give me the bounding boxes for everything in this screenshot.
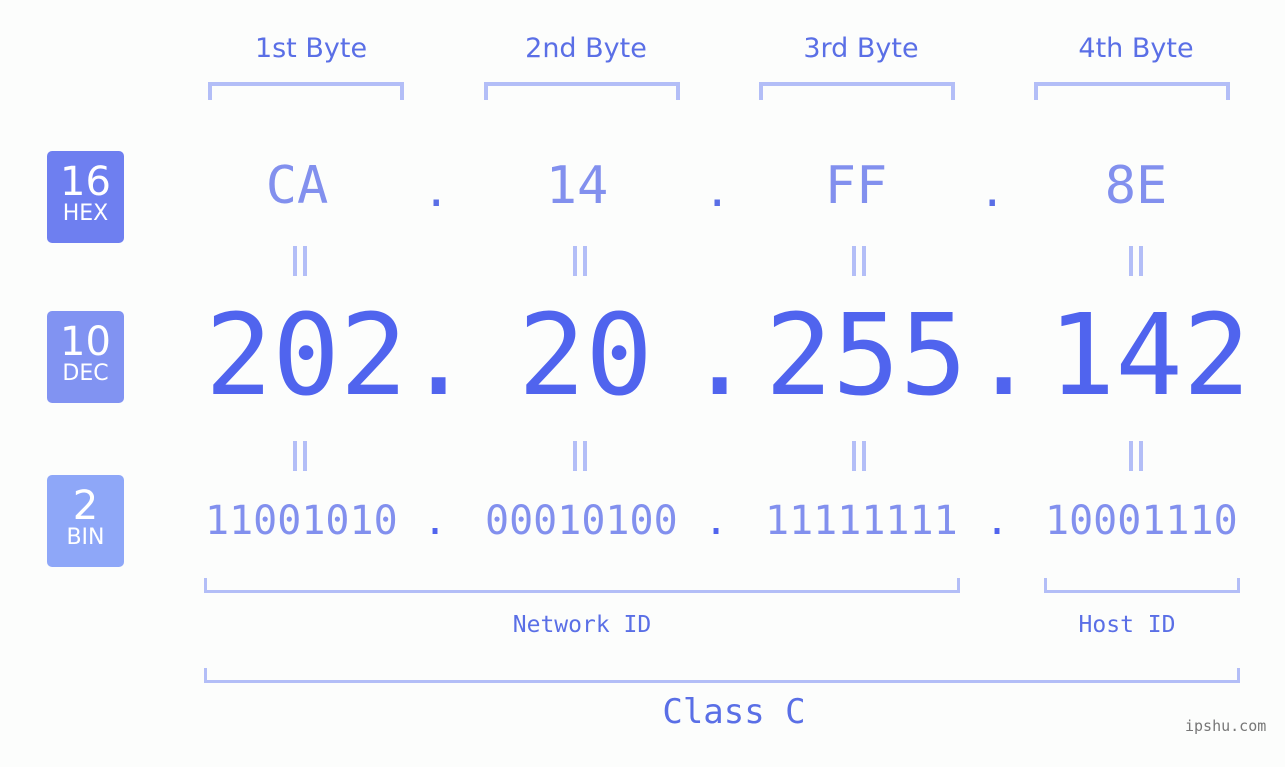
hex-byte-4: 8E — [1104, 156, 1168, 216]
hex-base-number: 16 — [60, 159, 111, 205]
bin-base-label: BIN — [66, 525, 105, 550]
hex-byte-2: 14 — [545, 156, 609, 216]
dec-base-label: DEC — [62, 361, 109, 386]
hex-byte-1: CA — [265, 156, 329, 216]
bin-byte-3: 11111111 — [765, 498, 958, 544]
dec-badge: 10 DEC — [47, 311, 124, 403]
hex-byte-3: FF — [824, 156, 888, 216]
byte-header-4: 4th Byte — [1078, 33, 1194, 64]
hex-separator: . — [423, 166, 450, 217]
equals-icon — [280, 246, 320, 284]
host-id-bracket — [1044, 578, 1240, 593]
bin-byte-4: 10001110 — [1045, 498, 1238, 544]
bin-separator: . — [423, 498, 448, 544]
byte-header-3: 3rd Byte — [803, 33, 919, 64]
byte-bracket-1 — [208, 82, 404, 100]
network-id-bracket — [204, 578, 960, 593]
byte-header-1: 1st Byte — [254, 33, 368, 64]
network-id-label: Network ID — [512, 612, 652, 638]
class-label: Class C — [662, 692, 806, 732]
hex-separator: . — [704, 166, 731, 217]
hex-badge: 16 HEX — [47, 151, 124, 243]
dec-separator: . — [405, 291, 473, 421]
equals-icon — [560, 246, 600, 284]
byte-bracket-4 — [1034, 82, 1230, 100]
host-id-label: Host ID — [1078, 612, 1176, 638]
hex-base-label: HEX — [62, 201, 109, 226]
dec-byte-2: 20 — [518, 291, 653, 421]
bin-separator: . — [985, 498, 1010, 544]
bin-base-number: 2 — [72, 483, 99, 529]
byte-bracket-2 — [484, 82, 680, 100]
equals-icon — [839, 246, 879, 284]
dec-separator: . — [970, 291, 1038, 421]
hex-separator: . — [979, 166, 1006, 217]
dec-byte-3: 255 — [765, 291, 968, 421]
bin-separator: . — [704, 498, 729, 544]
equals-icon — [839, 441, 879, 479]
byte-bracket-3 — [759, 82, 955, 100]
equals-icon — [1116, 246, 1156, 284]
bin-byte-1: 11001010 — [205, 498, 398, 544]
dec-separator: . — [686, 291, 754, 421]
equals-icon — [560, 441, 600, 479]
dec-base-number: 10 — [60, 319, 111, 365]
equals-icon — [1116, 441, 1156, 479]
dec-byte-4: 142 — [1048, 291, 1251, 421]
class-bracket — [204, 668, 1240, 683]
equals-icon — [280, 441, 320, 479]
bin-badge: 2 BIN — [47, 475, 124, 567]
watermark: ipshu.com — [1185, 717, 1267, 735]
byte-header-2: 2nd Byte — [525, 33, 647, 64]
bin-byte-2: 00010100 — [485, 498, 678, 544]
dec-byte-1: 202 — [205, 291, 408, 421]
